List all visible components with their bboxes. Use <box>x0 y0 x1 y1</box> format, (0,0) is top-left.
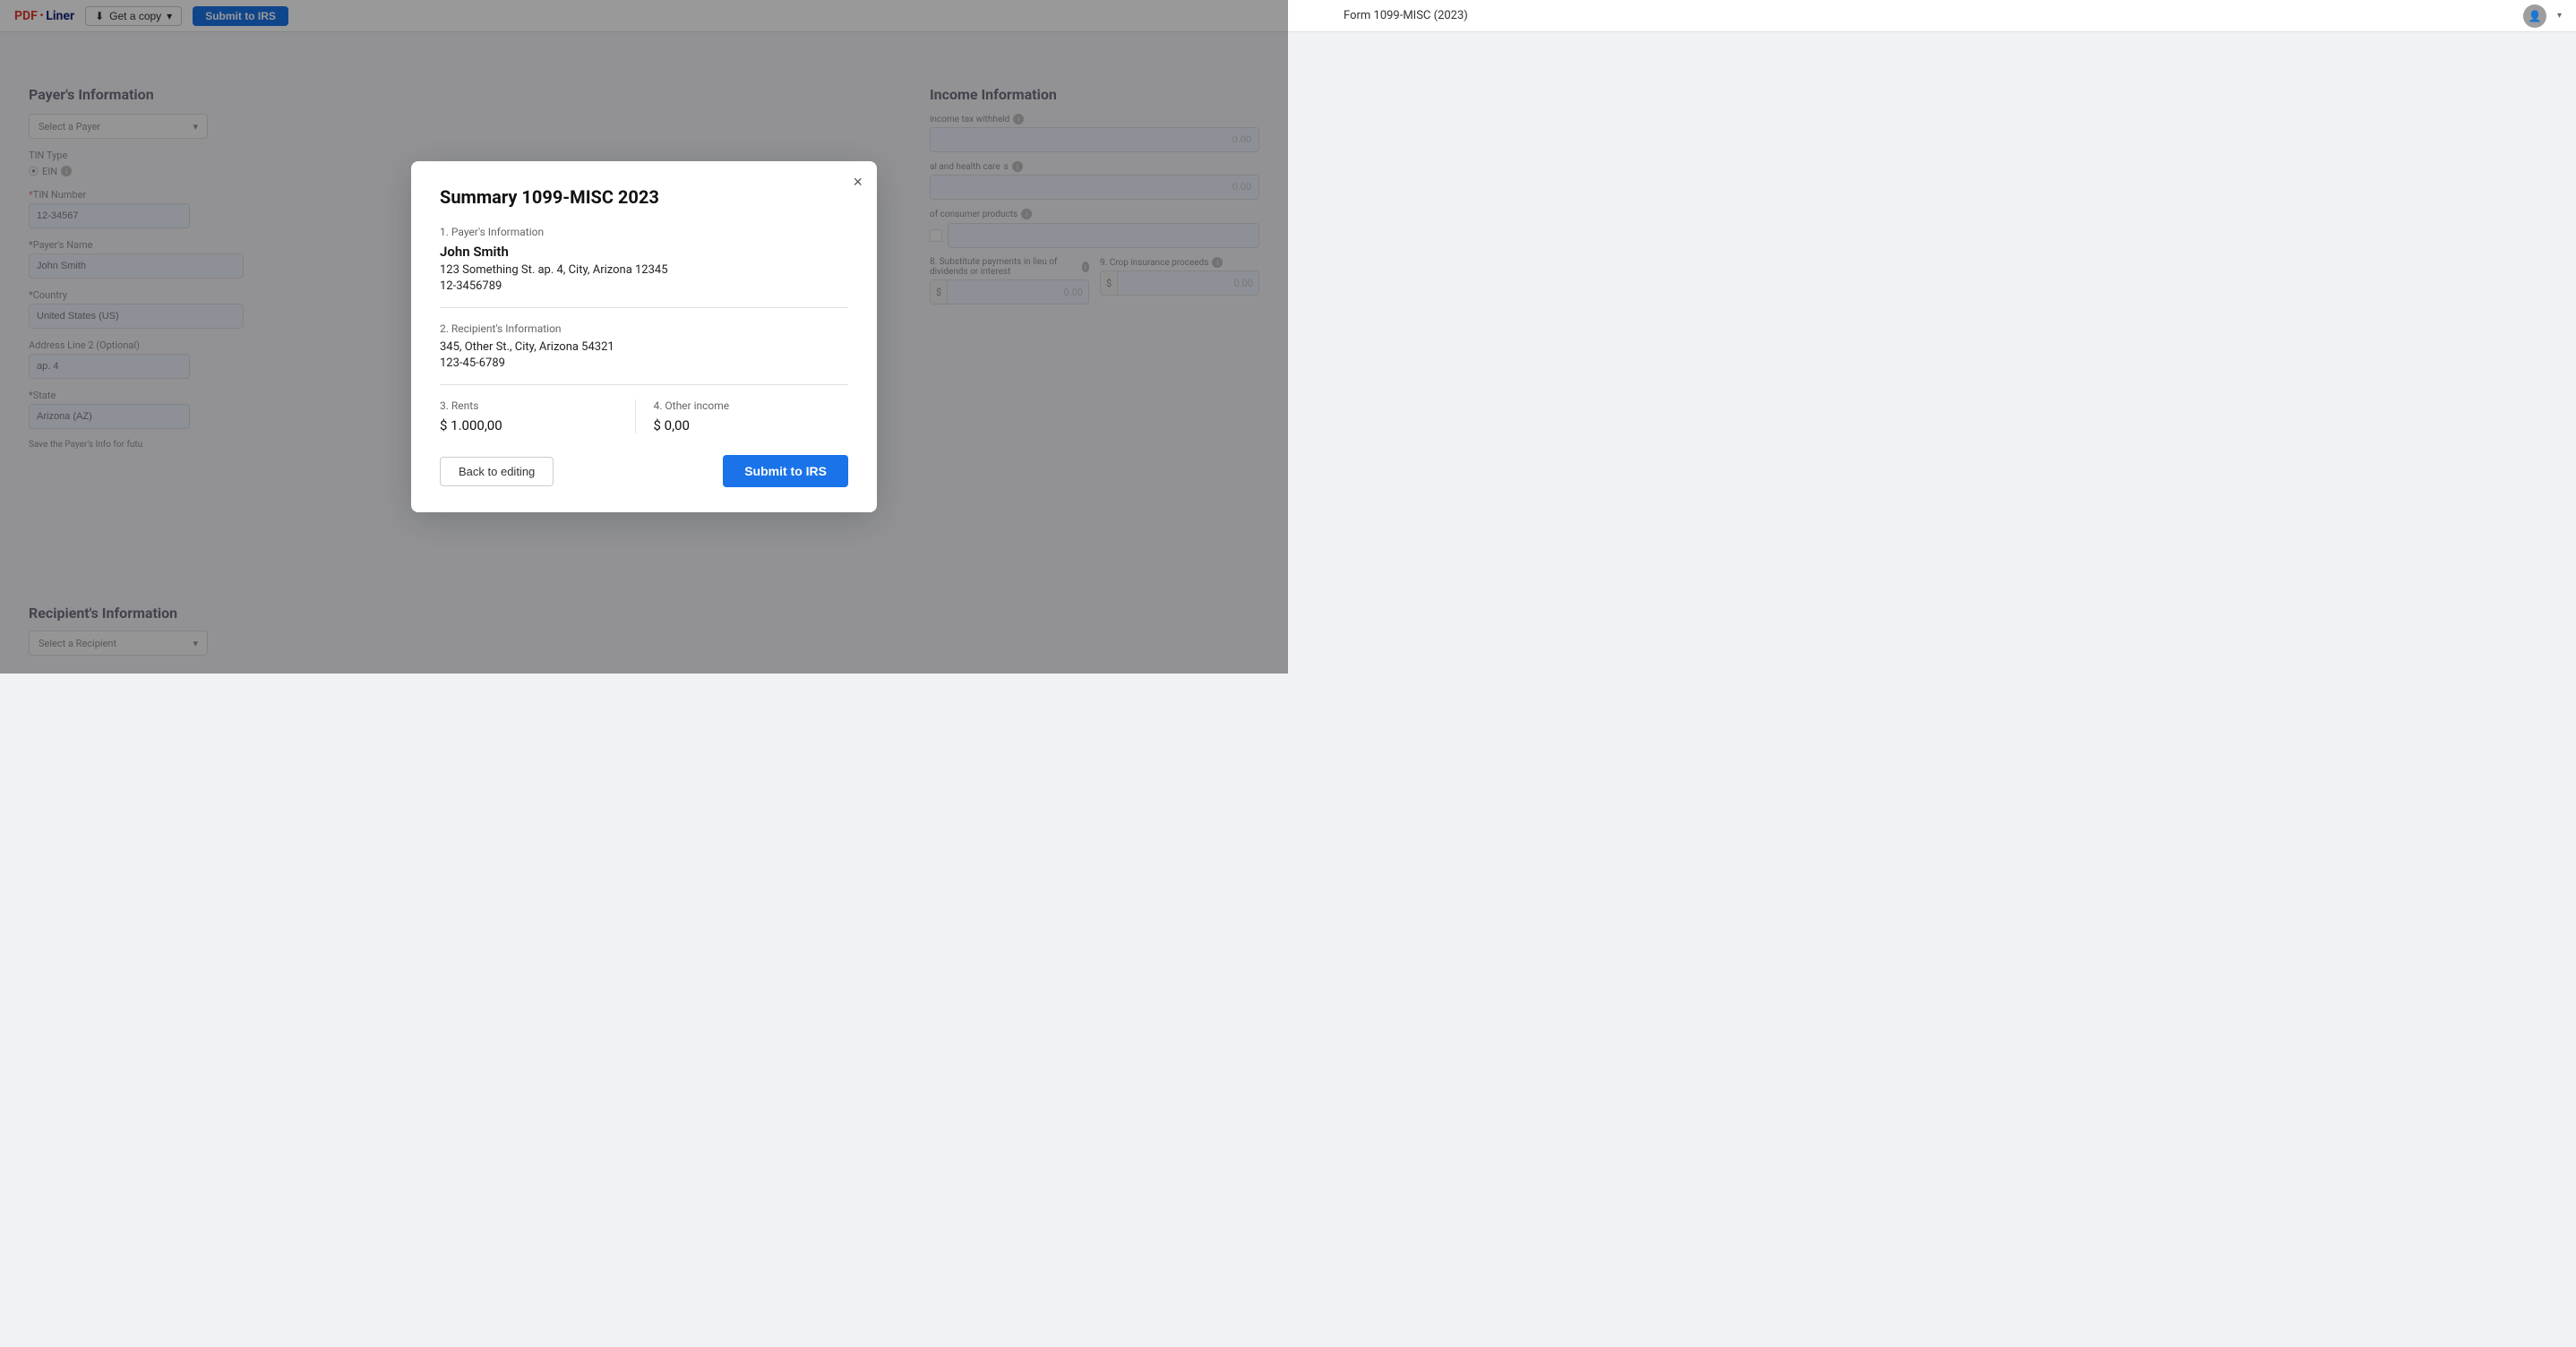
modal-title: Summary 1099-MISC 2023 <box>440 186 848 208</box>
modal-rents-col: 3. Rents $ 1.000,00 <box>440 399 635 433</box>
modal-recipient-tin: 123-45-6789 <box>440 356 848 370</box>
modal-payer-name: John Smith <box>440 244 848 260</box>
modal-divider-1 <box>440 307 848 308</box>
modal-backdrop: × Summary 1099-MISC 2023 1. Payer's Info… <box>0 0 1288 674</box>
submit-to-irs-button[interactable]: Submit to IRS <box>723 455 848 487</box>
modal-close-button[interactable]: × <box>853 174 863 190</box>
modal-rents-label: 3. Rents <box>440 399 635 412</box>
modal-payer-section: 1. Payer's Information John Smith 123 So… <box>440 226 848 293</box>
modal-income-section: 3. Rents $ 1.000,00 4. Other income $ 0,… <box>440 399 848 433</box>
modal-other-income-label: 4. Other income <box>654 399 849 412</box>
modal-payer-section-label: 1. Payer's Information <box>440 226 848 238</box>
modal-other-income-col: 4. Other income $ 0,00 <box>635 399 849 433</box>
modal-recipient-section: 2. Recipient's Information 345, Other St… <box>440 322 848 370</box>
modal-other-income-value: $ 0,00 <box>654 417 849 433</box>
avatar: 👤 <box>2523 4 2546 28</box>
summary-modal: × Summary 1099-MISC 2023 1. Payer's Info… <box>411 161 877 512</box>
modal-payer-address: 123 Something St. ap. 4, City, Arizona 1… <box>440 263 848 277</box>
modal-divider-2 <box>440 384 848 385</box>
modal-recipient-section-label: 2. Recipient's Information <box>440 322 848 335</box>
avatar-chevron-icon: ▾ <box>2557 11 2562 21</box>
modal-payer-tin: 12-3456789 <box>440 279 848 293</box>
modal-recipient-address: 345, Other St., City, Arizona 54321 <box>440 340 848 354</box>
modal-rents-value: $ 1.000,00 <box>440 417 635 433</box>
modal-footer: Back to editing Submit to IRS <box>440 455 848 487</box>
back-to-editing-button[interactable]: Back to editing <box>440 457 554 486</box>
